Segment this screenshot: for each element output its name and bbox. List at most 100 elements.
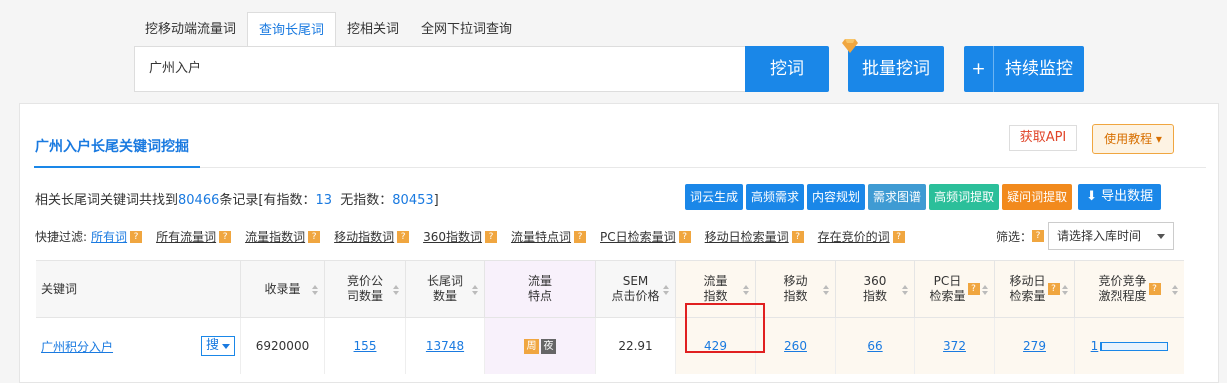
keyword-link[interactable]: 广州积分入户 [41,338,113,355]
th-bid-companies[interactable]: 竞价公 司数量 [324,261,405,317]
download-icon: ⬇ [1086,189,1102,204]
th-mobile-daily[interactable]: 移动日 检索量? [994,261,1074,317]
th-keyword: 关键词 [41,281,78,296]
index-360-link[interactable]: 66 [867,339,882,353]
filter-label: 快捷过滤: [35,230,88,244]
th-competition[interactable]: 竞价竞争 激烈程度? [1074,261,1184,317]
help-icon[interactable]: ? [1148,283,1161,295]
summary-mid2: 无指数： [340,193,393,208]
th-360-index[interactable]: 360 指数 [835,261,914,317]
help-icon[interactable]: ? [967,283,980,295]
cell-indexed: 6920000 [240,318,324,374]
demand-map-button[interactable]: 需求图谱 [868,184,927,210]
dig-button[interactable]: 挖词 [745,46,829,92]
keyword-table: 关键词 收录量 竞价公 司数量 长尾词 数量 流量 特点 SEM 点击价格 流量… [36,260,1184,374]
summary-suffix: ] [433,193,439,208]
table-header: 关键词 收录量 竞价公 司数量 长尾词 数量 流量 特点 SEM 点击价格 流量… [36,260,1184,318]
mobile-daily-link[interactable]: 279 [1023,339,1046,353]
summary-prefix: 相关长尾词关键词共找到 [35,193,179,208]
word-cloud-button[interactable]: 词云生成 [685,184,744,210]
tab-longtail[interactable]: 查询长尾词 [247,12,337,48]
date-select[interactable]: 请选择入库时间 [1048,222,1175,250]
th-mobile-index[interactable]: 移动 指数 [755,261,835,317]
cell-360-index: 66 [835,318,914,374]
filter-all[interactable]: 所有词 [91,228,127,245]
help-icon[interactable]: ? [791,230,804,243]
content-plan-button[interactable]: 内容规划 [807,184,866,210]
cell-keyword: 广州积分入户 搜 [36,318,240,374]
summary-total: 80466 [178,193,220,208]
help-icon[interactable]: ? [1047,283,1060,295]
search-dropdown[interactable]: 搜 [200,336,235,356]
monitor-button[interactable]: + 持续监控 [964,46,1084,92]
cell-mobile-index: 260 [755,318,835,374]
search-tabs: 挖移动端流量词 查询长尾词 挖相关词 全网下拉词查询 [134,12,523,48]
help-icon[interactable]: ? [397,230,410,243]
competition-link[interactable]: 1 [1091,339,1099,353]
filter-traffic-feature[interactable]: 流量特点词 [511,228,571,245]
help-icon[interactable]: ? [130,230,143,243]
tool-buttons: 词云生成 高频需求 内容规划 需求图谱 高频词提取 疑问词提取 ⬇ 导出数据 [685,184,1162,210]
results-panel: 广州入户长尾关键词挖掘 获取API 使用教程 ▾ 相关长尾词关键词共找到8046… [19,103,1219,383]
tab-mobile-traffic[interactable]: 挖移动端流量词 [134,12,247,48]
top-bar: 挖移动端流量词 查询长尾词 挖相关词 全网下拉词查询 广州入户 挖词 批量挖词 … [0,0,1227,100]
high-demand-button[interactable]: 高频需求 [746,184,805,210]
cell-pc-daily: 372 [914,318,994,374]
bid-companies-link[interactable]: 155 [354,339,377,353]
result-summary: 相关长尾词关键词共找到80466条记录[有指数：13 无指数：80453] [35,189,439,208]
cell-traffic-feature: 周夜 [484,318,595,374]
table-row: 广州积分入户 搜 6920000 155 13748 周夜 22.91 429 … [36,318,1184,374]
batch-dig-button[interactable]: 批量挖词 [848,46,944,92]
tab-dropdown-words[interactable]: 全网下拉词查询 [410,12,523,48]
competition-fill [1101,342,1102,350]
highlight-box [685,303,765,353]
competition-bar: 1 [1091,339,1169,353]
competition-track [1100,341,1169,351]
get-api-button[interactable]: 获取API [1009,125,1077,151]
filter-bidding[interactable]: 存在竞价的词 [818,228,890,245]
high-freq-extract-button[interactable]: 高频词提取 [929,184,1000,210]
filter-traffic[interactable]: 所有流量词 [156,228,216,245]
summary-mid1: 条记录[有指数： [219,193,316,208]
vip-diamond-icon [842,39,858,53]
help-icon[interactable]: ? [1032,230,1045,242]
help-icon[interactable]: ? [892,230,905,243]
panel-title: 广州入户长尾关键词挖掘 [35,139,189,155]
help-icon[interactable]: ? [485,230,498,243]
help-icon[interactable]: ? [574,230,587,243]
question-extract-button[interactable]: 疑问词提取 [1002,184,1073,210]
help-icon[interactable]: ? [308,230,321,243]
cell-mobile-daily: 279 [994,318,1074,374]
filter-traffic-index[interactable]: 流量指数词 [245,228,305,245]
filter-360-index[interactable]: 360指数词 [423,228,482,245]
mobile-index-link[interactable]: 260 [784,339,807,353]
tutorial-button[interactable]: 使用教程 ▾ [1092,124,1174,154]
th-traffic-feature: 流量 特点 [484,261,595,317]
cell-longtail: 13748 [405,318,484,374]
help-icon[interactable]: ? [219,230,232,243]
title-divider [34,167,1206,168]
search-input[interactable]: 广州入户 [134,46,746,92]
summary-without-index: 80453 [392,193,434,208]
title-underline [34,166,200,168]
longtail-link[interactable]: 13748 [426,339,464,353]
plus-icon: + [964,46,994,92]
cell-competition: 1 [1074,318,1184,374]
filter-mobile-daily[interactable]: 移动日检索量词 [705,228,789,245]
th-longtail[interactable]: 长尾词 数量 [405,261,484,317]
tab-related[interactable]: 挖相关词 [336,12,410,48]
pc-daily-link[interactable]: 372 [943,339,966,353]
th-indexed[interactable]: 收录量 [240,261,324,317]
export-button[interactable]: ⬇ 导出数据 [1078,184,1162,210]
screen-label: 筛选： [996,229,1033,244]
export-label: 导出数据 [1101,189,1154,204]
week-tag: 周 [524,338,539,354]
th-pc-daily[interactable]: PC日 检索量? [914,261,994,317]
monitor-label: 持续监控 [1005,59,1073,79]
filter-mobile-index[interactable]: 移动指数词 [334,228,394,245]
filter-pc-daily[interactable]: PC日检索量词 [600,228,676,245]
chevron-down-icon [222,343,230,349]
th-sem-price[interactable]: SEM 点击价格 [595,261,675,317]
cell-bid-companies: 155 [324,318,405,374]
help-icon[interactable]: ? [678,230,691,243]
